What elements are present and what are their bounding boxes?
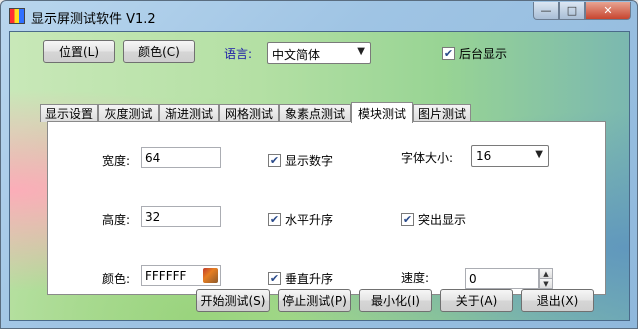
vertical-ascending-label: 垂直升序 [285, 272, 334, 286]
exit-button[interactable]: 退出(X) [521, 289, 594, 312]
position-button[interactable]: 位置(L) [43, 40, 115, 63]
show-number-checkbox[interactable]: ✔ 显示数字 [268, 152, 333, 169]
show-number-label: 显示数字 [285, 154, 334, 168]
app-window: 显示屏测试软件 V1.2 — □ ✕ 位置(L) 颜色(C) 语言: 中文简体 … [0, 0, 638, 329]
minimize-window-button[interactable]: — [533, 2, 559, 20]
about-button[interactable]: 关于(A) [440, 289, 513, 312]
checkbox-check-icon: ✔ [442, 47, 455, 60]
horizontal-ascending-label: 水平升序 [285, 213, 334, 227]
highlight-checkbox[interactable]: ✔ 突出显示 [401, 211, 466, 228]
checkbox-check-icon: ✔ [401, 213, 414, 226]
stop-test-button[interactable]: 停止测试(P) [278, 289, 351, 312]
speed-label: 速度: [401, 271, 430, 285]
tab-grid-test[interactable]: 网格测试 [219, 104, 279, 122]
language-select[interactable]: 中文简体 ▼ [267, 42, 371, 64]
language-select-value: 中文简体 [272, 48, 321, 62]
width-input[interactable]: 64 [141, 147, 221, 168]
arrow-down-icon: ▼ [543, 279, 549, 288]
tab-image-test[interactable]: 图片测试 [413, 104, 471, 122]
minimize-button[interactable]: 最小化(I) [359, 289, 432, 312]
maximize-window-button[interactable]: □ [559, 2, 585, 20]
app-icon [9, 8, 25, 24]
title-bar[interactable]: 显示屏测试软件 V1.2 — □ ✕ [1, 1, 637, 31]
color-button[interactable]: 颜色(C) [123, 40, 195, 63]
chevron-down-icon: ▼ [357, 46, 365, 57]
tab-display-settings[interactable]: 显示设置 [40, 104, 98, 122]
horizontal-ascending-checkbox[interactable]: ✔ 水平升序 [268, 211, 333, 228]
tab-grayscale-test[interactable]: 灰度测试 [98, 104, 159, 122]
font-size-select[interactable]: 16 ▼ [471, 145, 549, 167]
font-size-label: 字体大小: [401, 151, 454, 165]
tab-module-test[interactable]: 模块测试 [351, 102, 413, 123]
client-area: 位置(L) 颜色(C) 语言: 中文简体 ▼ ✔ 后台显示 显示设置 灰度测试 … [9, 31, 630, 321]
close-window-button[interactable]: ✕ [585, 2, 631, 20]
window-title: 显示屏测试软件 V1.2 [31, 12, 156, 27]
minimize-icon: — [540, 4, 552, 17]
arrow-up-icon: ▲ [543, 269, 549, 278]
background-display-label: 后台显示 [459, 47, 508, 61]
background-display-checkbox[interactable]: ✔ 后台显示 [442, 45, 507, 62]
chevron-down-icon: ▼ [535, 149, 543, 160]
speed-decrease-button[interactable]: ▼ [539, 278, 553, 289]
language-label: 语言: [224, 47, 253, 61]
color-picker-icon[interactable] [203, 268, 218, 283]
tab-gradient-test[interactable]: 渐进测试 [159, 104, 219, 122]
module-test-panel: 宽度: 64 高度: 32 颜色: FFFFFF ✔ 显示数字 ✔ 水平升序 ✔… [47, 121, 606, 295]
checkbox-check-icon: ✔ [268, 213, 281, 226]
color-value: FFFFFF [145, 269, 187, 283]
checkbox-check-icon: ✔ [268, 272, 281, 285]
font-size-value: 16 [476, 149, 492, 163]
close-icon: ✕ [603, 4, 613, 17]
tab-pixel-test[interactable]: 象素点测试 [279, 104, 351, 122]
highlight-label: 突出显示 [418, 213, 467, 227]
maximize-icon: □ [566, 4, 578, 17]
start-test-button[interactable]: 开始测试(S) [196, 289, 270, 312]
speed-input[interactable]: 0 [465, 268, 539, 289]
height-label: 高度: [102, 213, 131, 227]
checkbox-check-icon: ✔ [268, 154, 281, 167]
vertical-ascending-checkbox[interactable]: ✔ 垂直升序 [268, 270, 333, 287]
color-input[interactable]: FFFFFF [141, 265, 221, 286]
width-label: 宽度: [102, 154, 131, 168]
height-input[interactable]: 32 [141, 206, 221, 227]
color-label: 颜色: [102, 272, 131, 286]
